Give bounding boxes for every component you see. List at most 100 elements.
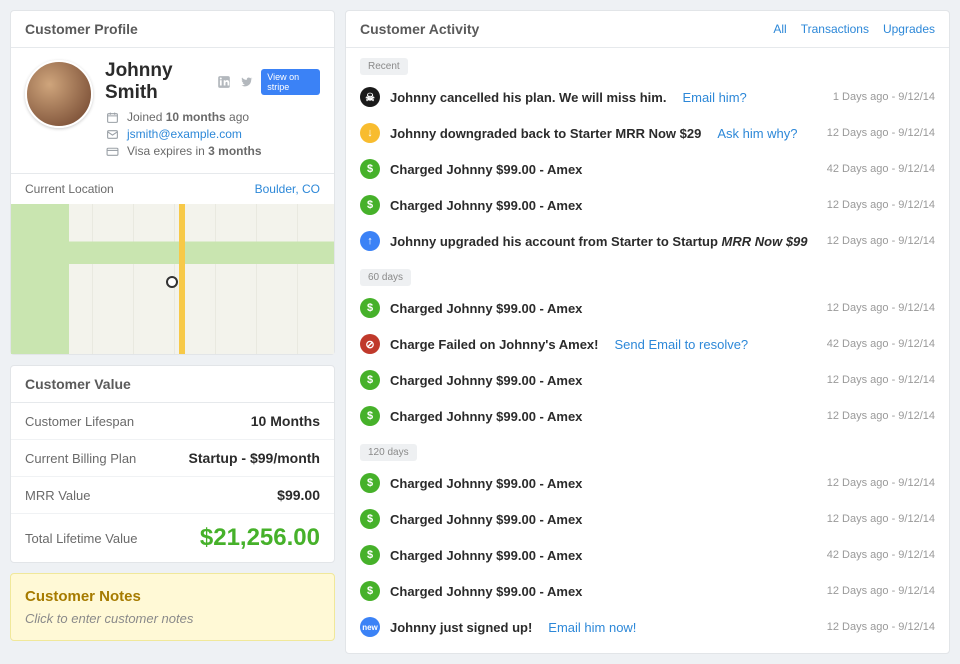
customer-activity-card: Customer Activity All Transactions Upgra… bbox=[345, 10, 950, 654]
new-icon: new bbox=[360, 617, 380, 637]
fail-icon: ⊘ bbox=[360, 334, 380, 354]
activity-timestamp: 12 Days ago - 9/12/14 bbox=[827, 513, 935, 525]
ltv-value: $21,256.00 bbox=[200, 524, 320, 552]
activity-text: Johnny just signed up! bbox=[390, 620, 532, 635]
activity-timestamp: 12 Days ago - 9/12/14 bbox=[827, 374, 935, 386]
view-on-stripe-button[interactable]: View on stripe bbox=[261, 69, 320, 95]
activity-text: Charge Failed on Johnny's Amex! bbox=[390, 337, 598, 352]
activity-action-link[interactable]: Send Email to resolve? bbox=[614, 337, 748, 352]
activity-row: $ Charged Johnny $99.00 - Amex 12 Days ago… bbox=[346, 362, 949, 398]
charge-icon: $ bbox=[360, 298, 380, 318]
activity-text: Charged Johnny $99.00 - Amex bbox=[390, 548, 582, 563]
value-title: Customer Value bbox=[11, 366, 334, 403]
activity-text: Charged Johnny $99.00 - Amex bbox=[390, 162, 582, 177]
charge-icon: $ bbox=[360, 545, 380, 565]
location-label: Current Location bbox=[25, 182, 114, 196]
card-icon bbox=[105, 144, 119, 158]
activity-row: $ Charged Johnny $99.00 - Amex 12 Days ago… bbox=[346, 573, 949, 609]
joined-text: Joined 10 months ago bbox=[127, 110, 249, 124]
twitter-icon[interactable] bbox=[239, 75, 253, 89]
linkedin-icon[interactable] bbox=[217, 75, 231, 89]
customer-name: Johnny Smith bbox=[105, 60, 209, 104]
avatar[interactable] bbox=[25, 60, 93, 128]
filter-all[interactable]: All bbox=[773, 22, 786, 36]
activity-timestamp: 12 Days ago - 9/12/14 bbox=[827, 127, 935, 139]
activity-action-link[interactable]: Ask him why? bbox=[717, 126, 797, 141]
activity-timestamp: 12 Days ago - 9/12/14 bbox=[827, 477, 935, 489]
charge-icon: $ bbox=[360, 370, 380, 390]
activity-timestamp: 12 Days ago - 9/12/14 bbox=[827, 621, 935, 633]
activity-list-onetwenty: $ Charged Johnny $99.00 - Amex 12 Days ago… bbox=[346, 465, 949, 645]
activity-text: Johnny downgraded back to Starter MRR No… bbox=[390, 126, 701, 141]
activity-row: $ Charged Johnny $99.00 - Amex 12 Days ago… bbox=[346, 465, 949, 501]
charge-icon: $ bbox=[360, 473, 380, 493]
activity-action-link[interactable]: Email him? bbox=[682, 90, 746, 105]
lifespan-value: 10 Months bbox=[251, 413, 320, 429]
activity-text: Johnny upgraded his account from Starter… bbox=[390, 234, 808, 249]
plan-value: Startup - $99/month bbox=[189, 450, 320, 466]
activity-timestamp: 12 Days ago - 9/12/14 bbox=[827, 302, 935, 314]
cancel-icon: ☠ bbox=[360, 87, 380, 107]
charge-icon: $ bbox=[360, 159, 380, 179]
activity-row: $ Charged Johnny $99.00 - Amex 12 Days ago… bbox=[346, 290, 949, 326]
filter-transactions[interactable]: Transactions bbox=[801, 22, 869, 36]
activity-timestamp: 42 Days ago - 9/12/14 bbox=[827, 163, 935, 175]
mrr-label: MRR Value bbox=[25, 488, 91, 503]
card-expiry: Visa expires in 3 months bbox=[127, 144, 262, 158]
customer-value-card: Customer Value Customer Lifespan 10 Month… bbox=[10, 365, 335, 563]
activity-timestamp: 1 Days ago - 9/12/14 bbox=[833, 91, 935, 103]
activity-text: Johnny cancelled his plan. We will miss … bbox=[390, 90, 666, 105]
profile-title: Customer Profile bbox=[11, 11, 334, 48]
customer-profile-card: Customer Profile Johnny Smith View on st… bbox=[10, 10, 335, 355]
email-link[interactable]: jsmith@example.com bbox=[127, 127, 242, 141]
activity-text: Charged Johnny $99.00 - Amex bbox=[390, 373, 582, 388]
activity-row: $ Charged Johnny $99.00 - Amex 42 Days ago… bbox=[346, 151, 949, 187]
section-120-days: 120 days bbox=[360, 444, 417, 461]
location-link[interactable]: Boulder, CO bbox=[255, 182, 320, 196]
activity-text: Charged Johnny $99.00 - Amex bbox=[390, 409, 582, 424]
activity-timestamp: 42 Days ago - 9/12/14 bbox=[827, 338, 935, 350]
activity-text: Charged Johnny $99.00 - Amex bbox=[390, 476, 582, 491]
section-60-days: 60 days bbox=[360, 269, 411, 286]
activity-text: Charged Johnny $99.00 - Amex bbox=[390, 301, 582, 316]
activity-timestamp: 12 Days ago - 9/12/14 bbox=[827, 410, 935, 422]
activity-list-recent: ☠ Johnny cancelled his plan. We will miss… bbox=[346, 79, 949, 259]
activity-row: $ Charged Johnny $99.00 - Amex 12 Days ago… bbox=[346, 398, 949, 434]
mail-icon bbox=[105, 127, 119, 141]
down-icon: ↓ bbox=[360, 123, 380, 143]
notes-placeholder: Click to enter customer notes bbox=[25, 611, 320, 626]
mrr-value: $99.00 bbox=[277, 487, 320, 503]
plan-label: Current Billing Plan bbox=[25, 451, 136, 466]
up-icon: ↑ bbox=[360, 231, 380, 251]
activity-row: $ Charged Johnny $99.00 - Amex 12 Days ago… bbox=[346, 501, 949, 537]
activity-text: Charged Johnny $99.00 - Amex bbox=[390, 512, 582, 527]
calendar-icon bbox=[105, 110, 119, 124]
lifespan-label: Customer Lifespan bbox=[25, 414, 134, 429]
activity-row: $ Charged Johnny $99.00 - Amex 12 Days ago… bbox=[346, 187, 949, 223]
activity-action-link[interactable]: Email him now! bbox=[548, 620, 636, 635]
activity-row: ↓ Johnny downgraded back to Starter MRR N… bbox=[346, 115, 949, 151]
charge-icon: $ bbox=[360, 581, 380, 601]
activity-timestamp: 12 Days ago - 9/12/14 bbox=[827, 235, 935, 247]
charge-icon: $ bbox=[360, 195, 380, 215]
activity-row: ⊘ Charge Failed on Johnny's Amex! Send Ema… bbox=[346, 326, 949, 362]
activity-timestamp: 42 Days ago - 9/12/14 bbox=[827, 549, 935, 561]
customer-notes-card[interactable]: Customer Notes Click to enter customer n… bbox=[10, 573, 335, 641]
ltv-label: Total Lifetime Value bbox=[25, 531, 138, 546]
activity-row: ↑ Johnny upgraded his account from Starte… bbox=[346, 223, 949, 259]
activity-timestamp: 12 Days ago - 9/12/14 bbox=[827, 585, 935, 597]
charge-icon: $ bbox=[360, 509, 380, 529]
activity-text: Charged Johnny $99.00 - Amex bbox=[390, 584, 582, 599]
notes-title: Customer Notes bbox=[25, 588, 320, 605]
activity-row: new Johnny just signed up! Email him now! 1… bbox=[346, 609, 949, 645]
activity-timestamp: 12 Days ago - 9/12/14 bbox=[827, 199, 935, 211]
activity-text: Charged Johnny $99.00 - Amex bbox=[390, 198, 582, 213]
charge-icon: $ bbox=[360, 406, 380, 426]
section-recent: Recent bbox=[360, 58, 408, 75]
activity-row: $ Charged Johnny $99.00 - Amex 42 Days ago… bbox=[346, 537, 949, 573]
activity-list-sixty: $ Charged Johnny $99.00 - Amex 12 Days ago… bbox=[346, 290, 949, 434]
activity-row: ☠ Johnny cancelled his plan. We will miss… bbox=[346, 79, 949, 115]
activity-title: Customer Activity bbox=[360, 21, 479, 37]
location-map[interactable] bbox=[11, 204, 334, 354]
filter-upgrades[interactable]: Upgrades bbox=[883, 22, 935, 36]
